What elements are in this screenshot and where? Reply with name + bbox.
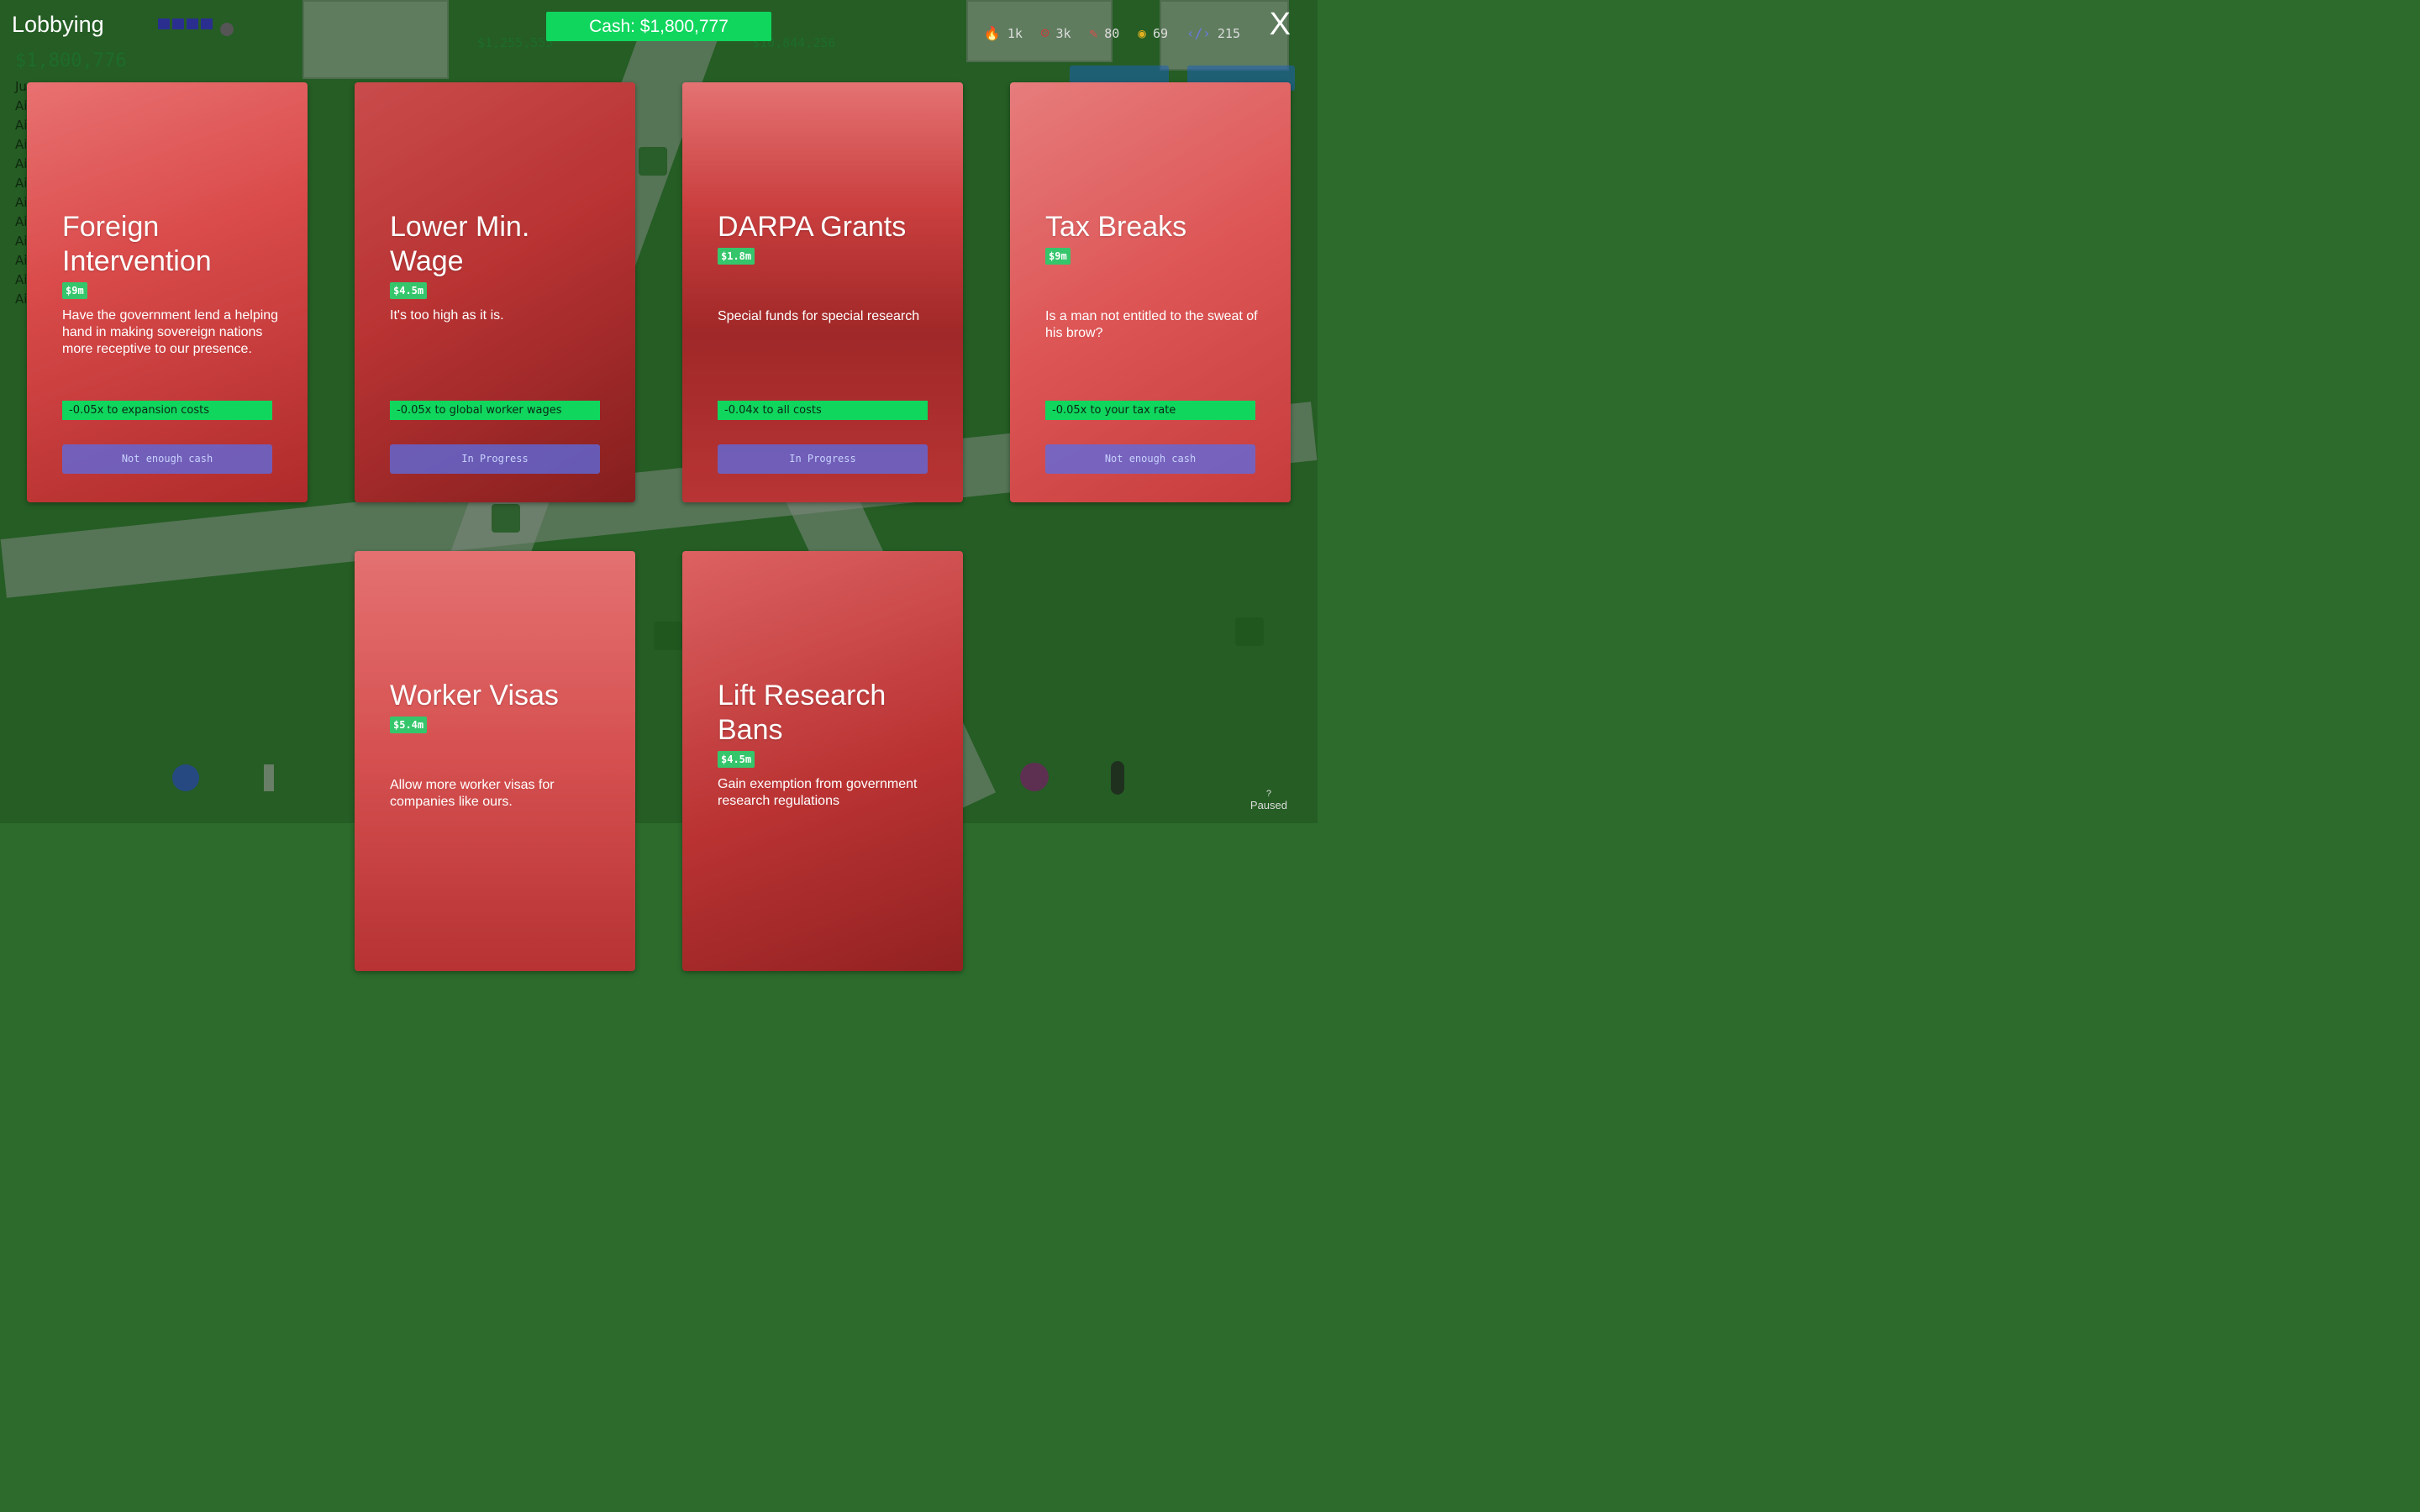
stat-value: 1k <box>1007 25 1023 41</box>
page-title: Lobbying <box>12 12 104 37</box>
card-description: Allow more worker visas for companies li… <box>390 778 555 809</box>
stat-value: 80 <box>1104 25 1120 41</box>
stat-value: 69 <box>1152 25 1168 41</box>
card-title: Tax Breaks <box>1045 211 1187 243</box>
paused-label: Paused <box>1249 799 1287 811</box>
card-description: Is a man not entitled to the sweat of hi… <box>1045 309 1258 340</box>
action-button[interactable]: In Progress <box>718 444 928 474</box>
fire-icon: 🔥 <box>983 25 1001 41</box>
card-description: Special funds for special research <box>718 309 920 323</box>
stat-value: 215 <box>1217 25 1240 41</box>
price-badge: $4.5m <box>718 751 755 768</box>
lobby-card-foreign-intervention: Foreign Intervention $9m Have the govern… <box>27 82 308 502</box>
lobby-card-lift-research-bans: Lift Research Bans $4.5m Gain exemption … <box>682 551 963 971</box>
angry-face-icon: ☹ <box>1040 25 1050 41</box>
action-button[interactable]: Not enough cash <box>1045 444 1255 474</box>
resource-stats: 🔥 1k ☹ 3k ✎ 80 ◉ 69 ‹/› 215 <box>984 25 1240 41</box>
card-title: Worker Visas <box>390 680 559 711</box>
effect-label: -0.05x to your tax rate <box>1045 401 1255 420</box>
status-dot <box>220 23 234 36</box>
lobby-card-tax-breaks: Tax Breaks $9m Is a man not entitled to … <box>1010 82 1291 502</box>
card-description: It's too high as it is. <box>390 308 504 323</box>
stat-value: 3k <box>1055 25 1071 41</box>
price-badge: $4.5m <box>390 282 428 299</box>
stat-code: ‹/› 215 <box>1186 25 1240 41</box>
action-button[interactable]: In Progress <box>390 444 600 474</box>
code-icon: ‹/› <box>1186 25 1211 41</box>
effect-label: -0.05x to expansion costs <box>62 401 272 420</box>
pen-icon: ✎ <box>1089 25 1098 41</box>
stat-outrage: ☹ 3k <box>1041 25 1071 41</box>
price-badge: $1.8m <box>718 248 755 265</box>
lobby-card-darpa-grants: DARPA Grants $1.8m Special funds for spe… <box>682 82 963 502</box>
action-button[interactable]: Not enough cash <box>62 444 272 474</box>
close-button[interactable]: X <box>1270 7 1291 43</box>
lobby-card-lower-min-wage: Lower Min. Wage $4.5m It's too high as i… <box>355 82 635 502</box>
stat-fire: 🔥 1k <box>984 25 1023 41</box>
lobby-card-worker-visas: Worker Visas $5.4m Allow more worker vis… <box>355 551 635 971</box>
stat-target: ◉ 69 <box>1138 25 1168 41</box>
target-icon: ◉ <box>1138 25 1146 41</box>
cash-display: Cash: $1,800,777 <box>546 12 771 41</box>
price-badge: $9m <box>62 282 87 299</box>
effect-label: -0.05x to global worker wages <box>390 401 600 420</box>
stat-pen: ✎ 80 <box>1090 25 1120 41</box>
help-icon[interactable]: ? <box>1250 789 1287 799</box>
pause-indicator[interactable]: ? Paused <box>1250 789 1287 811</box>
card-title: Foreign Intervention <box>62 211 212 277</box>
card-description: Have the government lend a helping hand … <box>62 308 279 356</box>
progress-squares <box>158 18 213 29</box>
card-description: Gain exemption from government research … <box>718 777 918 808</box>
card-title: Lower Min. Wage <box>390 211 530 277</box>
effect-label: -0.04x to all costs <box>718 401 928 420</box>
price-badge: $9m <box>1045 248 1071 265</box>
card-title: Lift Research Bans <box>718 680 886 746</box>
card-title: DARPA Grants <box>718 211 907 243</box>
price-badge: $5.4m <box>390 717 428 733</box>
